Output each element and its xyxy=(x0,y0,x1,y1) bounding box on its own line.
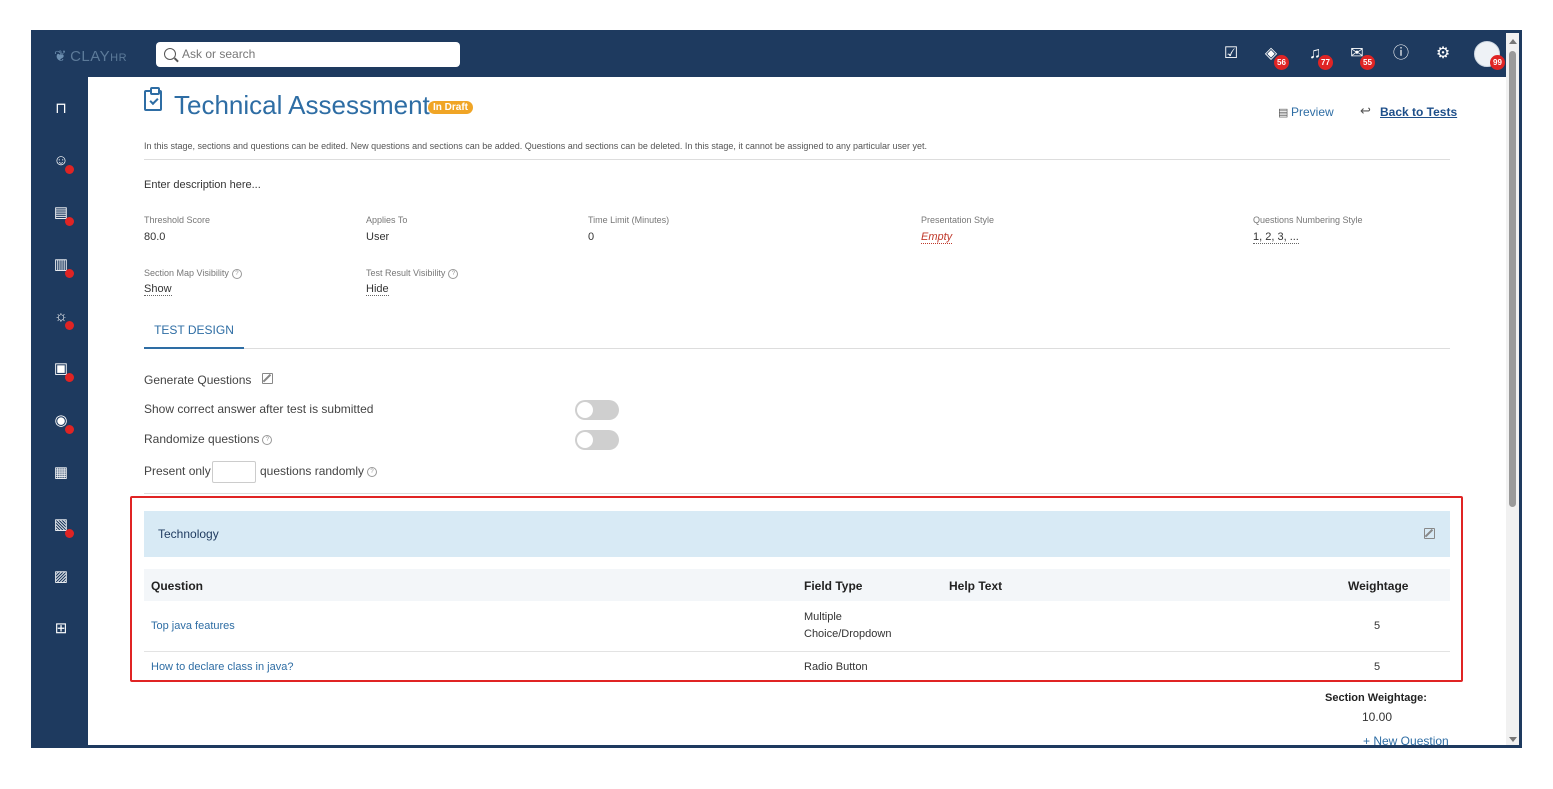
tab-active-indicator xyxy=(144,347,244,349)
status-badge: In Draft xyxy=(428,101,473,114)
main-content: Technical Assessment In Draft ▤ Preview … xyxy=(88,77,1506,745)
search-placeholder: Ask or search xyxy=(182,47,256,61)
app-logo[interactable]: ❦ CLAYHR xyxy=(54,47,127,65)
layers-badge: 56 xyxy=(1274,55,1289,70)
search-icon xyxy=(164,48,176,60)
test-result-value[interactable]: Hide xyxy=(366,283,389,296)
section-weightage-label: Section Weightage: xyxy=(1325,692,1427,704)
apps-grid-icon[interactable]: ⊞ xyxy=(51,619,71,639)
divider xyxy=(144,159,1450,160)
preview-link[interactable]: Preview xyxy=(1291,105,1334,119)
test-result-label: Test Result Visibility? xyxy=(366,268,459,279)
numbering-style-value[interactable]: 1, 2, 3, ... xyxy=(1253,231,1299,244)
avatar-badge: 99 xyxy=(1490,55,1505,70)
profile-dot xyxy=(65,425,74,434)
help-icon[interactable]: ? xyxy=(231,268,242,279)
app-window: ❦ CLAYHR Ask or search ☑ ◈ 56 ♫ 77 ✉ 55 ⓘ… xyxy=(31,30,1522,748)
reports-icon[interactable]: ▦ xyxy=(51,463,71,483)
randomize-questions-toggle[interactable] xyxy=(575,430,619,450)
notifications-badge: 77 xyxy=(1318,55,1333,70)
clipboard-check-icon xyxy=(144,87,162,111)
section-weightage-value: 10.00 xyxy=(1362,710,1393,724)
threshold-label: Threshold Score xyxy=(144,215,211,225)
finance-dot xyxy=(65,217,74,226)
page-title: Technical Assessment xyxy=(174,90,430,120)
numbering-style-label: Questions Numbering Style xyxy=(1253,215,1363,225)
present-only-label: Present only xyxy=(144,464,211,478)
sidebar: ⊓ ☺ ▤ ▥ ☼ ▣ ◉ ▦ ▧ ▨ ⊞ xyxy=(34,77,88,745)
divider xyxy=(144,493,1450,494)
help-icon[interactable]: ? xyxy=(262,434,273,445)
back-arrow-icon: ↩ xyxy=(1360,103,1371,118)
applies-to-label: Applies To xyxy=(366,215,408,225)
analytics-dot xyxy=(65,269,74,278)
back-to-tests-link[interactable]: Back to Tests xyxy=(1380,105,1457,119)
generate-questions-label: Generate Questions xyxy=(144,373,252,387)
help-icon[interactable]: ? xyxy=(448,268,459,279)
applies-to-value[interactable]: User xyxy=(366,231,389,243)
scrollbar[interactable] xyxy=(1506,33,1519,745)
top-bar: ❦ CLAYHR Ask or search ☑ ◈ 56 ♫ 77 ✉ 55 ⓘ… xyxy=(34,33,1519,77)
stage-info-text: In this stage, sections and questions ca… xyxy=(144,141,927,151)
show-correct-answer-toggle[interactable] xyxy=(575,400,619,420)
show-correct-answer-label: Show correct answer after test is submit… xyxy=(144,402,374,416)
threshold-value[interactable]: 80.0 xyxy=(144,231,165,243)
scroll-up-icon[interactable] xyxy=(1509,39,1517,44)
training-dot xyxy=(65,529,74,538)
section-map-label: Section Map Visibility? xyxy=(144,268,242,279)
documents-dot xyxy=(65,373,74,382)
questions-randomly-label: questions randomly? xyxy=(260,464,378,478)
ideas-dot xyxy=(65,321,74,330)
logo-leaf-icon: ❦ xyxy=(54,48,68,65)
tab-divider xyxy=(144,348,1450,349)
people-dot xyxy=(65,165,74,174)
time-limit-value[interactable]: 0 xyxy=(588,231,594,243)
highlight-box xyxy=(130,496,1463,682)
scroll-down-icon[interactable] xyxy=(1509,737,1517,742)
new-question-button[interactable]: + New Question xyxy=(1363,734,1449,745)
presentation-style-value[interactable]: Empty xyxy=(921,231,953,244)
scrollbar-thumb[interactable] xyxy=(1509,51,1516,507)
bookmark-icon[interactable]: ⊓ xyxy=(51,99,71,119)
presentation-style-label: Presentation Style xyxy=(921,215,995,225)
tasks-icon[interactable]: ☑ xyxy=(1220,43,1242,65)
time-limit-label: Time Limit (Minutes) xyxy=(588,215,670,225)
edit-icon[interactable] xyxy=(262,373,273,384)
search-input[interactable]: Ask or search xyxy=(156,42,460,67)
randomize-questions-label: Randomize questions? xyxy=(144,432,273,446)
mail-badge: 55 xyxy=(1360,55,1375,70)
section-map-value[interactable]: Show xyxy=(144,283,172,296)
help-icon[interactable]: ⓘ xyxy=(1390,43,1412,65)
preview-icon: ▤ xyxy=(1278,107,1289,119)
help-icon[interactable]: ? xyxy=(367,466,378,477)
settings-icon[interactable]: ⚙ xyxy=(1432,43,1454,65)
clipboard-icon[interactable]: ▨ xyxy=(51,567,71,587)
question-count-input[interactable] xyxy=(212,461,256,483)
description-field[interactable]: Enter description here... xyxy=(144,179,261,191)
tab-test-design[interactable]: TEST DESIGN xyxy=(144,323,244,337)
